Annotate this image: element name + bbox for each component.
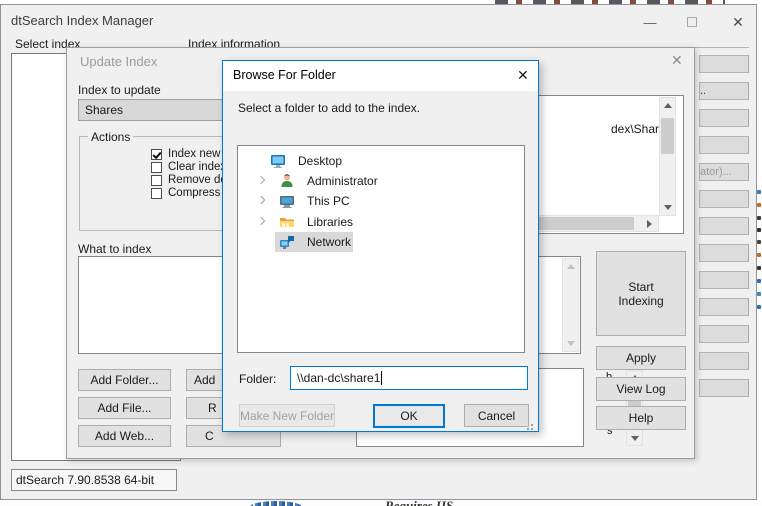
user-icon (279, 173, 295, 189)
chevron-right-icon[interactable] (257, 217, 265, 225)
main-command-button[interactable] (699, 244, 749, 262)
edge-fragment (757, 253, 761, 257)
tree-item-this-pc[interactable]: This PC (238, 191, 524, 211)
cancel-button[interactable]: Cancel (464, 404, 529, 427)
tree-item-desktop[interactable]: Desktop (238, 151, 524, 171)
main-command-button[interactable] (699, 352, 749, 370)
window-title: dtSearch Index Manager (11, 13, 153, 28)
view-log-button[interactable]: View Log (596, 377, 686, 401)
chevron-right-icon[interactable] (257, 196, 265, 204)
text-caret (381, 371, 382, 385)
dialog-title: Browse For Folder (233, 68, 336, 82)
minimize-button[interactable]: — (635, 11, 665, 33)
scroll-up-icon[interactable] (664, 103, 672, 108)
close-icon[interactable]: ✕ (671, 52, 683, 69)
checkbox-icon (151, 162, 162, 173)
folder-input-value: \\dan-dc\share1 (297, 371, 380, 385)
main-command-button[interactable] (699, 136, 749, 154)
edge-fragment (757, 292, 761, 296)
edge-fragment (757, 228, 761, 232)
status-bar: dtSearch 7.90.8538 64-bit (11, 469, 177, 491)
scrollbar[interactable] (562, 258, 579, 352)
background-webpage-strip: Requires IIS (0, 500, 762, 506)
tree-item-administrator[interactable]: Administrator (238, 171, 524, 191)
dialog-title: Update Index (80, 54, 157, 69)
close-icon[interactable]: ✕ (517, 67, 529, 84)
what-to-index-label: What to index (78, 242, 151, 256)
close-icon[interactable]: ✕ (723, 11, 753, 33)
main-command-button[interactable] (699, 55, 749, 73)
edge-fragment (757, 305, 761, 309)
status-text: dtSearch 7.90.8538 64-bit (16, 473, 154, 487)
main-command-button[interactable] (699, 325, 749, 343)
webpage-logo (250, 501, 302, 506)
main-command-button[interactable] (699, 271, 749, 289)
ok-button[interactable]: OK (373, 404, 445, 428)
scroll-up-icon[interactable] (567, 264, 575, 269)
index-combo-value: Shares (85, 103, 123, 117)
webpage-text: Requires IIS (385, 500, 453, 506)
checkbox-icon (151, 175, 162, 186)
main-command-button[interactable]: ator)... (699, 163, 749, 181)
edge-fragment (757, 203, 761, 207)
scroll-right-icon[interactable] (647, 220, 652, 228)
tree-item-libraries[interactable]: Libraries (238, 212, 524, 232)
network-icon (279, 234, 295, 250)
index-to-update-label: Index to update (78, 83, 161, 97)
browse-for-folder-dialog: Browse For Folder ✕ Select a folder to a… (222, 60, 539, 432)
chevron-right-icon[interactable] (257, 176, 265, 184)
scroll-down-icon[interactable] (567, 341, 575, 346)
help-button[interactable]: Help (596, 406, 686, 430)
actions-label: Actions (88, 130, 133, 144)
folder-input[interactable]: \\dan-dc\share1 (290, 366, 528, 390)
main-command-button[interactable] (699, 217, 749, 235)
edge-fragment (757, 216, 761, 220)
folder-tree: Desktop Administrator This PC (237, 145, 525, 353)
edge-fragment (757, 190, 761, 194)
start-indexing-button[interactable]: Start Indexing (596, 251, 686, 336)
edge-fragment (757, 266, 761, 270)
scroll-down-icon[interactable] (631, 436, 639, 441)
vertical-scrollbar[interactable] (659, 97, 676, 216)
computer-icon (279, 193, 295, 209)
main-command-button[interactable] (699, 190, 749, 208)
main-command-button[interactable] (699, 109, 749, 127)
checkbox-icon (151, 188, 162, 199)
add-web-button[interactable]: Add Web... (78, 425, 171, 447)
scroll-down-icon[interactable] (664, 205, 672, 210)
edge-fragment (757, 279, 761, 283)
add-folder-button[interactable]: Add Folder... (78, 369, 171, 391)
apply-button[interactable]: Apply (596, 346, 686, 370)
maximize-icon (687, 17, 697, 27)
checkbox-checked-icon (151, 149, 162, 160)
desktop-icon (270, 153, 286, 169)
maximize-button[interactable] (677, 11, 707, 33)
libraries-icon (279, 214, 295, 230)
make-new-folder-button[interactable]: Make New Folder (239, 404, 335, 427)
main-command-button[interactable] (699, 298, 749, 316)
edge-fragment (757, 240, 761, 244)
browse-prompt: Select a folder to add to the index. (238, 101, 420, 115)
tree-item-network[interactable]: Network (238, 232, 524, 252)
main-command-button[interactable] (699, 379, 749, 397)
scroll-thumb[interactable] (661, 118, 674, 154)
folder-label: Folder: (239, 372, 276, 386)
main-command-button[interactable]: .. (699, 82, 749, 100)
add-file-button[interactable]: Add File... (78, 397, 171, 419)
